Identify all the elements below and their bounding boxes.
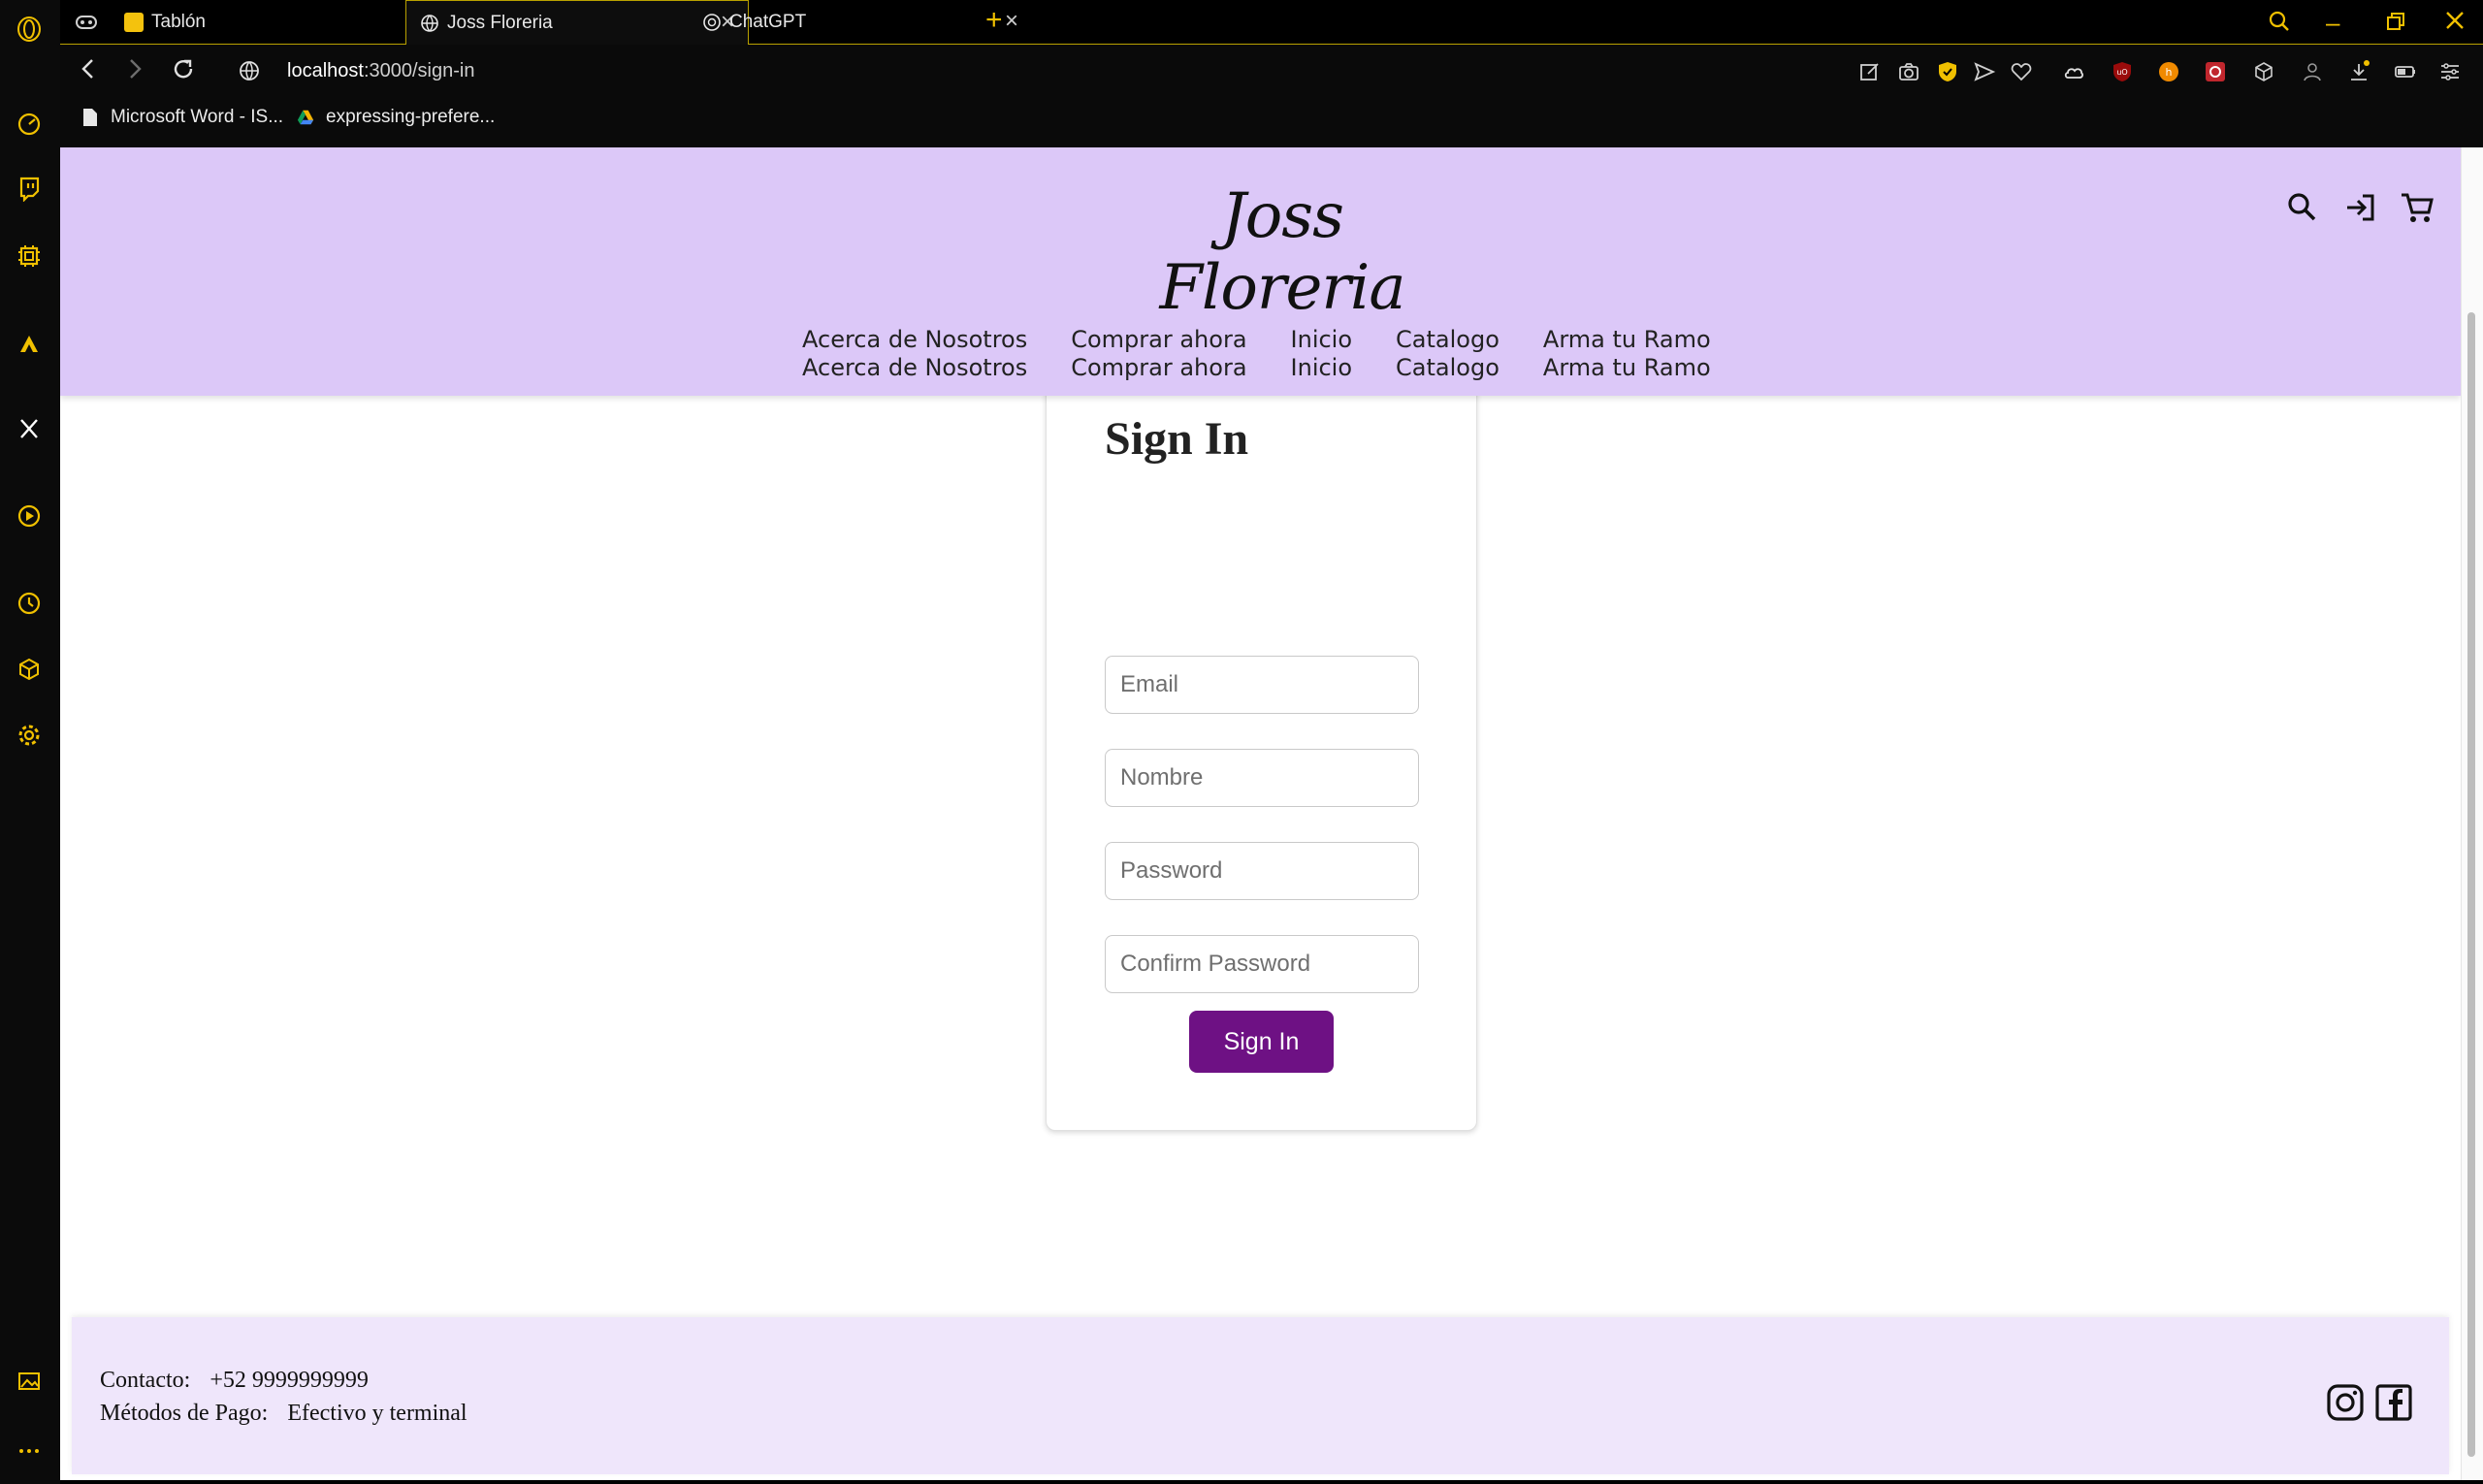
cloud-extension-icon[interactable] (2062, 60, 2085, 83)
extensions-cube-icon[interactable] (2252, 60, 2275, 83)
contact-value: +52 9999999999 (210, 1368, 369, 1393)
snapshot-camera-icon[interactable] (1897, 60, 1920, 83)
cart-icon[interactable] (2398, 188, 2436, 227)
tab-chatgpt[interactable]: ChatGPT × (689, 0, 1032, 45)
nav-item-catalogo[interactable]: Catalogo Catalogo (1396, 326, 1499, 382)
email-field[interactable] (1105, 656, 1419, 714)
url-field[interactable]: localhost:3000/sign-in (287, 60, 474, 82)
heart-icon[interactable] (2010, 60, 2033, 83)
nav-label: Comprar ahora (1071, 326, 1247, 353)
hardware-icon[interactable] (14, 241, 45, 272)
browser-sidebar (0, 0, 60, 1484)
document-icon (83, 109, 97, 126)
svg-text:h: h (2166, 66, 2173, 79)
signin-title: Sign In (1105, 413, 1249, 465)
workspace-icon[interactable] (74, 10, 99, 35)
search-icon[interactable] (2283, 188, 2322, 227)
nav-item-acerca[interactable]: Acerca de Nosotros Acerca de Nosotros (802, 326, 1027, 382)
nav-label-duplicate: Arma tu Ramo (1542, 354, 1711, 381)
speed-dial-icon[interactable] (14, 109, 45, 140)
nav-label-duplicate: Catalogo (1396, 354, 1499, 381)
forward-button[interactable] (124, 56, 145, 86)
x-icon[interactable] (14, 413, 45, 444)
site-footer: Contacto: +52 9999999999 Métodos de Pago:… (72, 1317, 2449, 1474)
restore-button[interactable] (2386, 12, 2405, 36)
confirm-password-field[interactable] (1105, 935, 1419, 993)
footer-contact: Contacto: +52 9999999999 (100, 1368, 369, 1394)
downloads-icon[interactable] (2347, 60, 2370, 83)
tab-label: ChatGPT (729, 12, 807, 32)
nav-item-arma-ramo[interactable]: Arma tu Ramo Arma tu Ramo (1543, 326, 1711, 382)
more-icon[interactable] (14, 1436, 45, 1467)
nav-label: Catalogo (1396, 326, 1499, 353)
nav-label: Acerca de Nosotros (802, 326, 1028, 353)
opera-logo-icon[interactable] (14, 14, 45, 45)
nav-item-inicio[interactable]: Inicio Inicio (1291, 326, 1353, 382)
tab-label: Tablón (151, 12, 206, 32)
tab-bar: Tablón × Joss Floreria × ChatGPT × + – (60, 0, 2483, 46)
tab-search-icon[interactable] (2268, 10, 2291, 38)
back-button[interactable] (78, 56, 99, 86)
gallery-icon[interactable] (14, 1366, 45, 1397)
signin-card: Sign In Sign In (1046, 378, 1477, 1131)
page-scrollbar[interactable] (2461, 147, 2483, 1480)
history-icon[interactable] (14, 588, 45, 619)
settings-gear-icon[interactable] (14, 720, 45, 751)
ublock-icon[interactable]: uO (2111, 60, 2134, 83)
twitch-icon[interactable] (14, 173, 45, 204)
contact-label: Contacto: (100, 1368, 191, 1393)
nav-label-duplicate: Comprar ahora (1071, 354, 1247, 381)
google-drive-icon (297, 110, 314, 125)
site-info-globe-icon[interactable] (239, 60, 260, 86)
shield-icon[interactable] (1936, 60, 1959, 83)
battery-saver-icon[interactable] (2394, 60, 2417, 83)
scrollbar-thumb[interactable] (2467, 312, 2475, 1457)
minimize-button[interactable]: – (2326, 8, 2339, 38)
bookmark-label: expressing-prefere... (326, 107, 496, 127)
nav-item-comprar[interactable]: Comprar ahora Comprar ahora (1071, 326, 1246, 382)
site-header: Joss Floreria Acerca de Nosotros Acerca d… (60, 147, 2461, 396)
close-window-button[interactable] (2444, 10, 2466, 36)
bookmark-word-doc[interactable]: Microsoft Word - IS... (81, 107, 283, 128)
main-nav: Acerca de Nosotros Acerca de Nosotros Com… (802, 326, 1755, 382)
reload-button[interactable] (171, 56, 196, 86)
bookmark-label: Microsoft Word - IS... (111, 107, 284, 127)
close-tab-icon[interactable]: × (1005, 10, 1018, 33)
nav-label: Arma tu Ramo (1542, 326, 1711, 353)
facebook-icon[interactable] (2374, 1383, 2413, 1422)
footer-payment: Métodos de Pago: Efectivo y terminal (100, 1401, 468, 1427)
login-icon[interactable] (2341, 188, 2380, 227)
red-extension-icon[interactable] (2204, 60, 2227, 83)
svg-text:uO: uO (2116, 68, 2127, 77)
name-field[interactable] (1105, 749, 1419, 807)
payment-label: Métodos de Pago: (100, 1401, 269, 1426)
send-icon[interactable] (1973, 60, 1996, 83)
nav-label-duplicate: Inicio (1290, 354, 1353, 381)
page-viewport: Joss Floreria Acerca de Nosotros Acerca d… (60, 147, 2461, 1480)
globe-favicon-icon (421, 15, 438, 32)
easy-setup-menu-icon[interactable] (2438, 60, 2462, 83)
profile-icon[interactable] (2301, 60, 2324, 83)
bookmark-drive-file[interactable]: expressing-prefere... (297, 107, 495, 128)
new-tab-button[interactable]: + (985, 4, 1003, 37)
nav-label: Inicio (1290, 326, 1353, 353)
site-logo[interactable]: Joss Floreria (1108, 180, 1457, 324)
payment-value: Efectivo y terminal (287, 1401, 468, 1426)
signin-button[interactable]: Sign In (1189, 1011, 1334, 1073)
extensions-box-icon[interactable] (14, 654, 45, 685)
honey-icon[interactable]: h (2157, 60, 2180, 83)
url-path: :3000/sign-in (363, 60, 475, 81)
url-host: localhost (287, 60, 364, 81)
aria-icon[interactable] (14, 328, 45, 359)
instagram-icon[interactable] (2326, 1383, 2365, 1422)
tab-label: Joss Floreria (447, 13, 553, 33)
chatgpt-favicon-icon (703, 14, 721, 31)
nav-label-duplicate: Acerca de Nosotros (802, 354, 1028, 381)
classroom-favicon-icon (124, 13, 144, 32)
password-field[interactable] (1105, 842, 1419, 900)
player-icon[interactable] (14, 500, 45, 532)
easy-setup-icon[interactable] (1858, 60, 1882, 83)
